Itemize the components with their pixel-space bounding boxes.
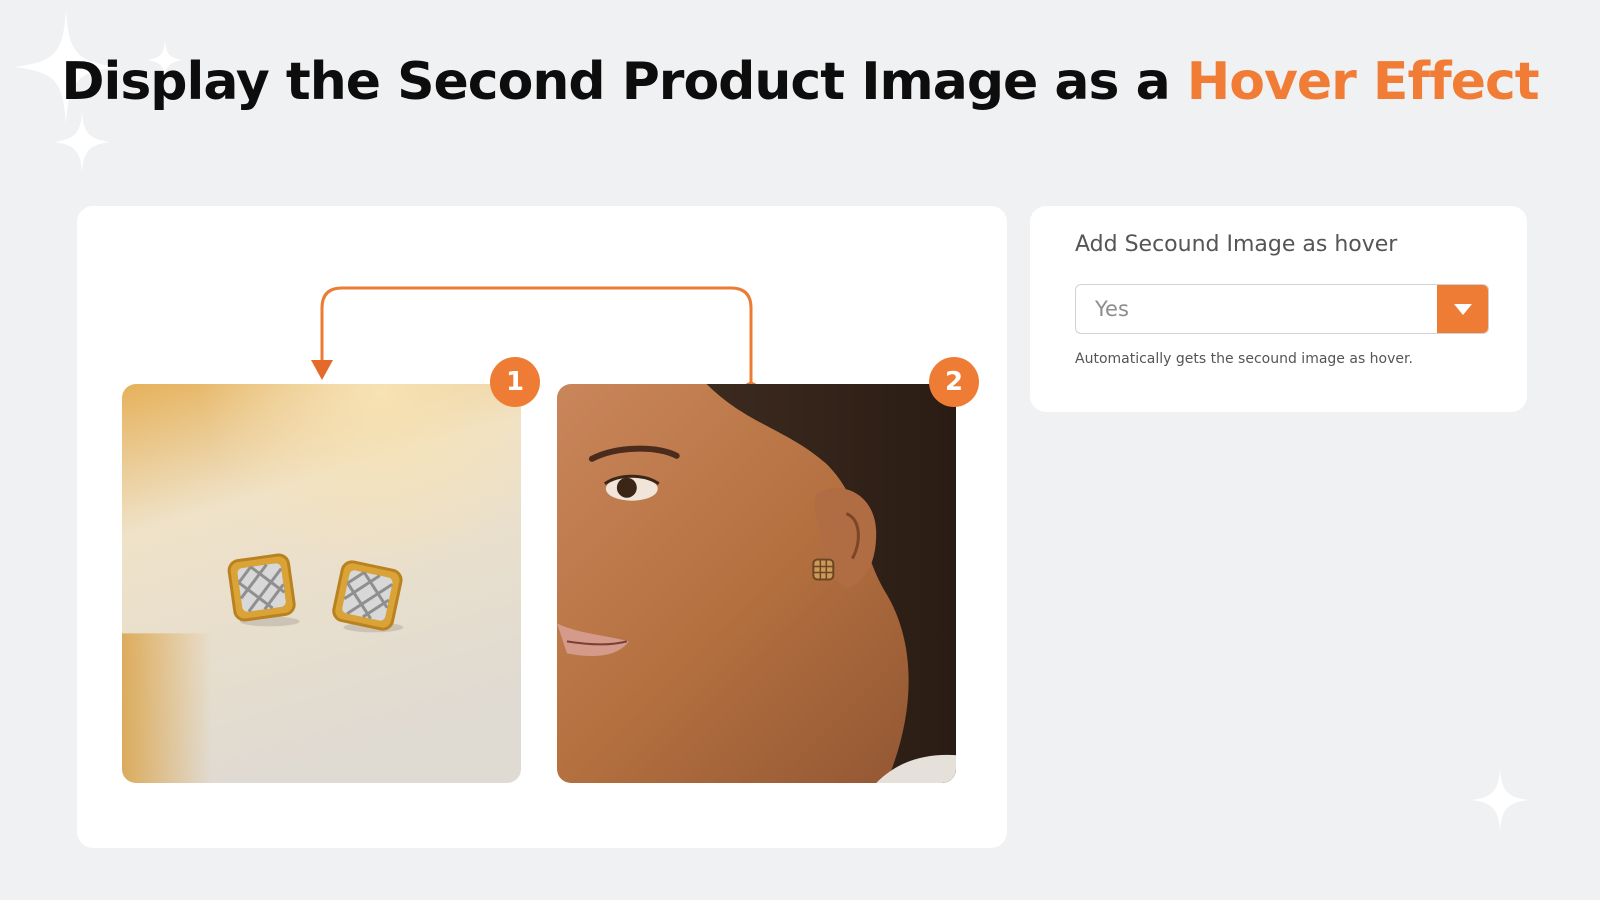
second-product-image[interactable] xyxy=(557,384,956,783)
title-accent: Hover Effect xyxy=(1186,52,1540,112)
setting-help-text: Automatically gets the secound image as … xyxy=(1075,351,1413,367)
image-badge-1: 1 xyxy=(490,357,540,407)
select-value: Yes xyxy=(1095,297,1129,321)
title-main: Display the Second Product Image as a xyxy=(61,52,1187,112)
hover-image-select[interactable]: Yes xyxy=(1075,284,1489,334)
hover-setting-label: Add Secound Image as hover xyxy=(1075,232,1398,257)
page-title: Display the Second Product Image as a Ho… xyxy=(0,52,1600,112)
preview-card: 1 2 xyxy=(77,206,1007,848)
settings-card: Add Secound Image as hover Yes Automatic… xyxy=(1030,206,1527,412)
image-badge-2: 2 xyxy=(929,357,979,407)
sparkle-icon xyxy=(1472,768,1528,832)
sparkle-icon xyxy=(54,112,110,172)
chevron-down-icon[interactable] xyxy=(1437,285,1488,333)
first-product-image[interactable] xyxy=(122,384,521,783)
